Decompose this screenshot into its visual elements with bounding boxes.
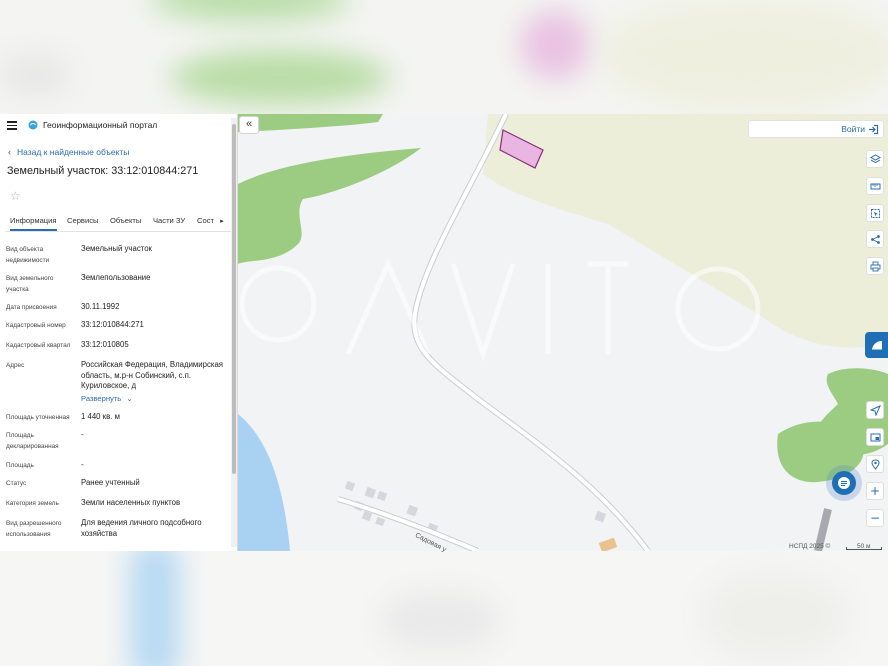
share-button[interactable]: [866, 230, 884, 248]
watermark: [239, 257, 761, 362]
background-top: [0, 0, 888, 114]
info-panel: Геоинформационный портал ‹ Назад к найде…: [0, 114, 238, 551]
zoom-in-icon: +: [869, 484, 881, 498]
detail-label: Вид земельного участка: [6, 275, 54, 293]
locate-button[interactable]: [866, 401, 884, 419]
detail-value: Ранее учтенный: [81, 478, 140, 487]
share-icon: [870, 234, 880, 244]
minimap-button[interactable]: [866, 428, 884, 446]
select-area-icon: [870, 208, 880, 218]
detail-label: Категория земель: [6, 500, 59, 507]
scale-bar: [846, 547, 882, 550]
geo-pin-button[interactable]: [866, 455, 884, 473]
tab-services[interactable]: Сервисы: [67, 216, 98, 225]
select-area-button[interactable]: [866, 204, 884, 222]
detail-label: Адрес: [6, 362, 25, 369]
detail-value: Земли населенных пунктов: [81, 498, 181, 507]
detail-label: Кадастровый квартал: [6, 342, 71, 349]
map-layers-panel-button[interactable]: [865, 332, 888, 358]
detail-value: Для ведения личного подсобного хозяйства: [81, 518, 202, 538]
detail-value: 33:12:010844:271: [81, 320, 144, 329]
portal-title: Геоинформационный портал: [43, 120, 158, 130]
detail-value: 30.11.1992: [81, 302, 120, 311]
zoom-out-icon: −: [869, 511, 881, 525]
tab-state[interactable]: Сост: [197, 216, 214, 225]
favorite-star-icon[interactable]: ☆: [10, 189, 21, 203]
print-icon: [870, 261, 880, 271]
chevron-left-icon: ‹: [8, 147, 11, 157]
detail-value: 1 440 кв. м: [81, 412, 120, 421]
chat-button[interactable]: [826, 465, 862, 501]
detail-label: Площадь: [6, 462, 34, 469]
detail-label: Вид разрешенного использования: [6, 520, 62, 538]
detail-label: Вид объекта недвижимости: [6, 246, 50, 264]
tab-scroll-right-icon[interactable]: ▸: [216, 214, 228, 230]
detail-value: Российская Федерация, Владимирская облас…: [81, 360, 224, 390]
detail-value: -: [81, 460, 84, 469]
basemap-icon: [871, 341, 882, 350]
chat-icon: [838, 477, 850, 489]
layers-button[interactable]: [866, 150, 884, 168]
detail-label: Дата присвоения: [6, 304, 57, 311]
map-attribution: НСПД 2025 ©: [789, 543, 831, 550]
background-bottom: [0, 551, 888, 666]
detail-value: -: [81, 430, 84, 439]
detail-label: Кадастровый номер: [6, 322, 66, 329]
ruler-button[interactable]: [866, 177, 884, 195]
expand-link[interactable]: Развернуть ⌄: [81, 394, 133, 403]
minimap-icon: [870, 433, 880, 441]
portal-logo-icon: [28, 120, 38, 130]
chevron-down-icon: ⌄: [126, 394, 133, 403]
panel-scroll-thumb[interactable]: [232, 124, 236, 474]
collapse-panel-button[interactable]: «: [239, 116, 259, 134]
zoom-out-button[interactable]: −: [866, 509, 884, 527]
print-button[interactable]: [866, 257, 884, 275]
expand-label: Развернуть: [81, 394, 122, 403]
tab-bar: Информация Сервисы Объекты Части ЗУ Сост…: [5, 214, 231, 232]
tab-objects[interactable]: Объекты: [110, 216, 141, 225]
detail-label: Площадь декларированная: [6, 432, 59, 450]
detail-label: Площадь уточненная: [6, 414, 70, 421]
map-viewport[interactable]: [238, 114, 888, 551]
detail-label: Статус: [6, 480, 27, 487]
detail-value: Земельный участок: [81, 244, 152, 253]
tab-parts[interactable]: Части ЗУ: [153, 216, 185, 225]
tab-information[interactable]: Информация: [10, 216, 57, 231]
back-link-label: Назад к найденные объекты: [17, 147, 130, 157]
login-button[interactable]: Войти: [748, 120, 884, 138]
zoom-in-button[interactable]: +: [866, 482, 884, 500]
object-title: Земельный участок: 33:12:010844:271: [7, 165, 199, 177]
menu-icon[interactable]: [7, 121, 17, 130]
detail-value: Землепользование: [81, 273, 151, 282]
detail-value: 33:12:010805: [81, 340, 129, 349]
layers-icon: [869, 153, 881, 163]
locate-icon: [869, 404, 881, 416]
back-link[interactable]: ‹ Назад к найденные объекты: [8, 147, 129, 157]
login-label: Войти: [841, 124, 865, 134]
geo-pin-icon: [870, 458, 880, 470]
ruler-icon: [870, 183, 880, 189]
login-icon: [869, 124, 879, 135]
